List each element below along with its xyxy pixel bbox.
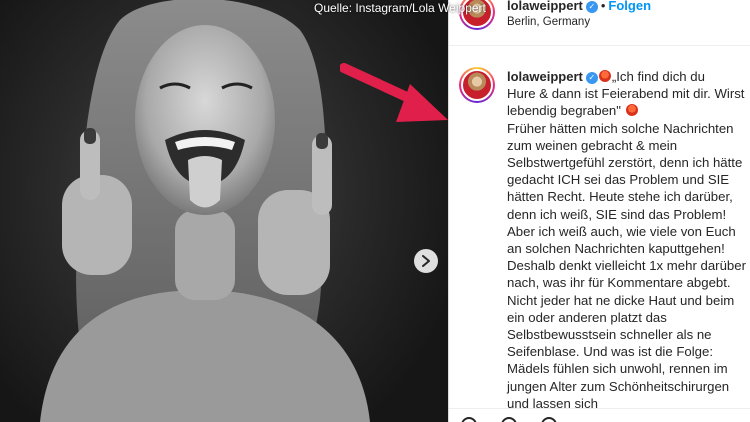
action-bar [449,408,750,422]
next-photo-button[interactable] [414,249,438,273]
header-line: lolaweippert ✓ • Folgen [507,0,651,13]
caption-quote-line1: „Ich find dich du [611,69,705,84]
follow-button[interactable]: Folgen [608,0,651,13]
caption-avatar[interactable] [459,67,495,103]
caption-body: Früher hätten mich solche Nachrichten zu… [507,120,746,411]
share-icon[interactable] [541,417,557,422]
verified-badge-icon: ✓ [585,72,598,84]
angry-face-emoji-icon [598,70,611,82]
separator-dot: • [600,0,606,13]
caption-username-link[interactable]: lolaweippert [507,69,583,84]
post-details-panel: lolaweippert ✓ • Folgen Berlin, Germany lol… [448,0,750,422]
verified-badge-icon: ✓ [585,1,598,13]
angry-face-emoji-icon [625,104,638,117]
caption-first-line: lolaweippert ✓ „Ich find dich du [507,68,747,85]
source-credit: Quelle: Instagram/Lola Weippert [314,1,486,15]
chevron-right-icon [422,255,430,267]
username-link[interactable]: lolaweippert [507,0,583,13]
post-header: lolaweippert ✓ • Folgen Berlin, Germany [449,0,750,46]
like-icon[interactable] [461,417,477,422]
caption: lolaweippert ✓ „Ich find dich du Hure & da… [507,68,747,412]
location-link[interactable]: Berlin, Germany [507,16,590,28]
caption-quote-rest: Hure & dann ist Feierabend mit dir. Wirs… [507,86,745,119]
comment-icon[interactable] [501,417,517,422]
red-arrow-icon [340,63,448,122]
